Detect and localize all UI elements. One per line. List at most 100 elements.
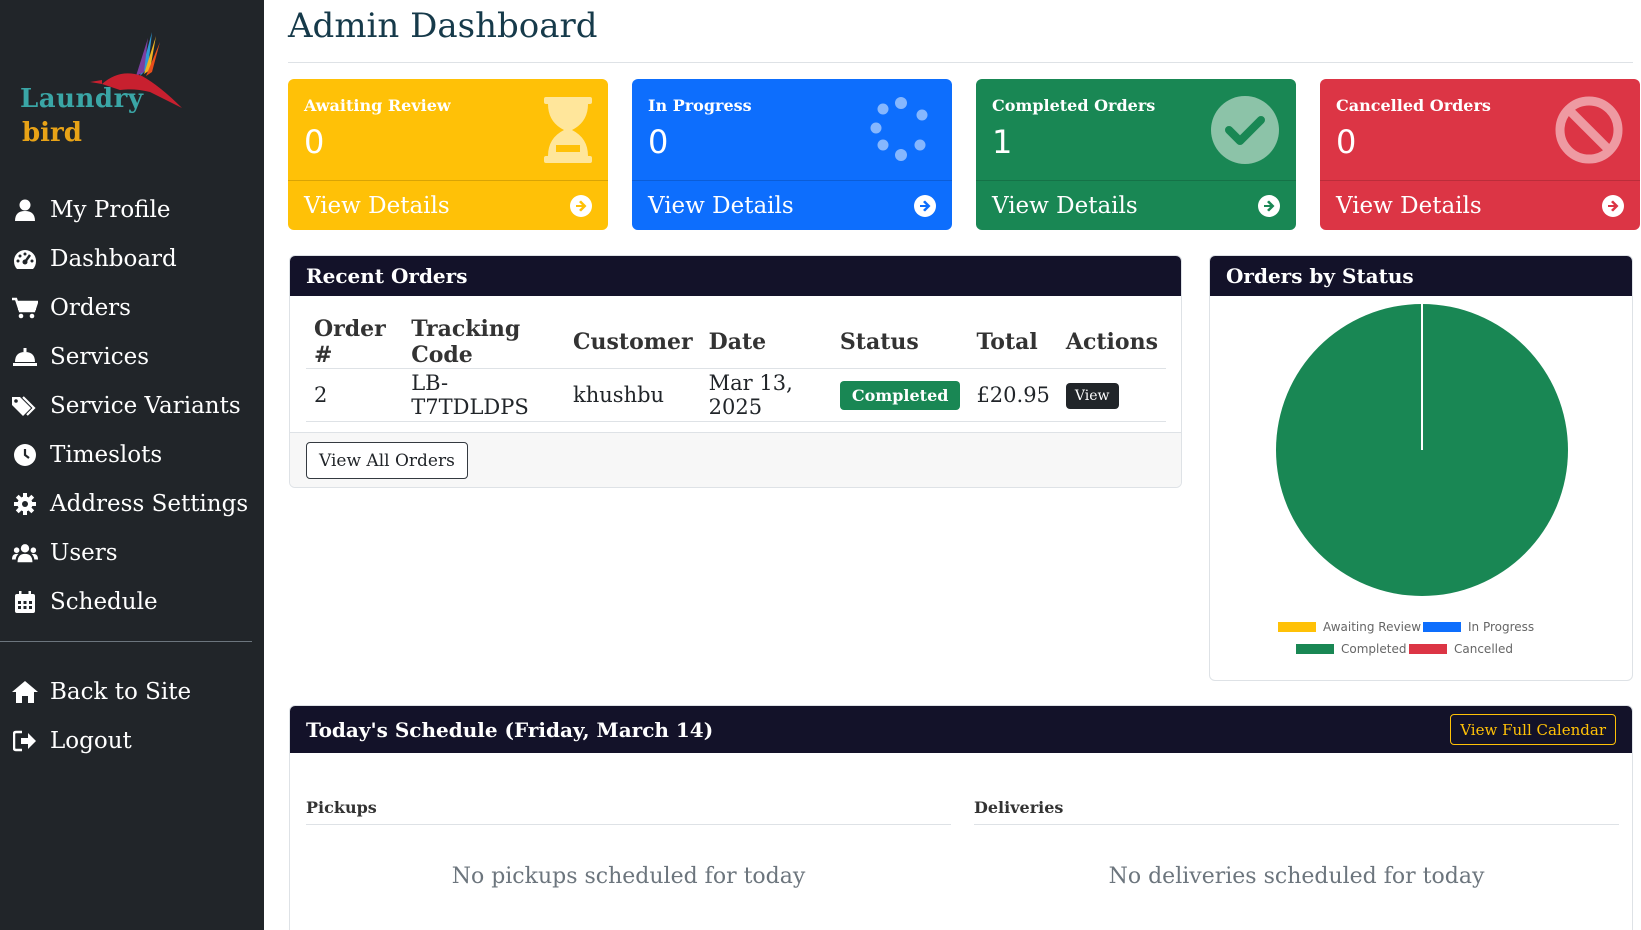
view-details-link[interactable]: View Details [976,180,1296,230]
stat-card-in-progress: In Progress 0 View Details [632,79,952,230]
sidebar-bottom-nav: Back to Site Logout [0,667,264,765]
view-details-label: View Details [1336,192,1482,219]
ban-icon [1554,95,1624,165]
legend-item-awaiting-review[interactable]: Awaiting Review [1278,620,1421,634]
pickups-title: Pickups [306,798,377,817]
stat-value: 0 [648,123,669,161]
pickups-divider [306,824,951,825]
sidebar-item-schedule[interactable]: Schedule [0,577,264,626]
sidebar-item-logout[interactable]: Logout [0,716,264,765]
recent-orders-footer: View All Orders [290,432,1181,487]
brand-logo[interactable]: Laundry bird [20,28,182,158]
clock-icon [12,442,38,468]
view-details-link[interactable]: View Details [1320,180,1640,230]
recent-orders-card: Recent Orders Order # Tracking Code Cust… [289,255,1182,488]
sidebar-item-label: Service Variants [50,392,241,419]
legend-item-completed[interactable]: Completed [1296,642,1406,656]
recent-orders-table: Order # Tracking Code Customer Date Stat… [306,316,1166,422]
page-title: Admin Dashboard [288,6,598,46]
stat-card-completed-orders: Completed Orders 1 View Details [976,79,1296,230]
sidebar: Laundry bird My Profile Dashboard Orders [0,0,264,930]
table-header-row: Order # Tracking Code Customer Date Stat… [306,316,1166,369]
column-header: Date [700,316,832,369]
orders-by-status-card: Orders by Status Awaiting Review In Prog… [1209,255,1633,681]
arrow-circle-right-icon [914,194,936,217]
check-circle-icon [1210,95,1280,165]
sidebar-item-label: Address Settings [50,490,249,517]
brand-word-laundry: Laundry [20,84,144,114]
date-cell: Mar 13, 2025 [700,368,832,422]
sidebar-item-back-to-site[interactable]: Back to Site [0,667,264,716]
cart-icon [12,295,38,321]
legend-swatch [1296,644,1334,654]
total-cell: £20.95 [968,368,1058,422]
spinner-icon [866,95,936,165]
column-header: Actions [1057,316,1166,369]
sidebar-item-label: Orders [50,294,131,321]
todays-schedule-card: Today's Schedule (Friday, March 14) View… [289,705,1633,930]
view-order-button[interactable]: View [1065,383,1119,409]
legend-label: Cancelled [1454,642,1513,656]
schedule-title: Today's Schedule (Friday, March 14) [306,717,714,742]
view-details-link[interactable]: View Details [288,180,608,230]
gear-icon [12,491,38,517]
users-icon [12,540,38,566]
brand-word-bird: bird [22,118,82,148]
view-details-label: View Details [648,192,794,219]
hourglass-icon [522,95,592,165]
arrow-circle-right-icon [1602,194,1624,217]
schedule-header: Today's Schedule (Friday, March 14) [290,706,1632,753]
sidebar-item-label: My Profile [50,196,171,223]
calendar-icon [12,589,38,615]
legend-swatch [1423,622,1461,632]
order-number-cell: 2 [306,368,404,422]
stat-label: Completed Orders [992,96,1156,115]
logout-icon [12,728,38,754]
column-header: Status [831,316,969,369]
view-full-calendar-button[interactable]: View Full Calendar [1450,714,1616,745]
sidebar-item-address-settings[interactable]: Address Settings [0,479,264,528]
stat-value: 0 [304,123,325,161]
sidebar-item-label: Users [50,539,118,566]
tachometer-icon [12,246,38,272]
recent-orders-title: Recent Orders [290,256,1181,296]
sidebar-item-users[interactable]: Users [0,528,264,577]
home-icon [12,679,38,705]
stat-card-cancelled-orders: Cancelled Orders 0 View Details [1320,79,1640,230]
sidebar-nav: My Profile Dashboard Orders Services Ser… [0,185,264,626]
view-details-label: View Details [992,192,1138,219]
legend-label: Completed [1341,642,1407,656]
stat-card-awaiting-review: Awaiting Review 0 View Details [288,79,608,230]
sidebar-item-label: Dashboard [50,245,177,272]
actions-cell: View [1057,368,1166,422]
sidebar-item-label: Logout [50,727,132,754]
legend-label: Awaiting Review [1323,620,1422,634]
sidebar-item-label: Schedule [50,588,158,615]
user-icon [12,197,38,223]
stat-value: 0 [1336,123,1357,161]
sidebar-item-dashboard[interactable]: Dashboard [0,234,264,283]
view-details-label: View Details [304,192,450,219]
sidebar-item-label: Timeslots [50,441,163,468]
sidebar-item-label: Services [50,343,150,370]
pickups-empty-message: No pickups scheduled for today [451,864,806,889]
sidebar-item-service-variants[interactable]: Service Variants [0,381,264,430]
sidebar-item-timeslots[interactable]: Timeslots [0,430,264,479]
orders-status-pie-chart [1276,304,1568,596]
tags-icon [12,393,38,419]
view-all-orders-button[interactable]: View All Orders [306,442,468,479]
sidebar-item-services[interactable]: Services [0,332,264,381]
sidebar-item-label: Back to Site [50,678,192,705]
legend-item-in-progress[interactable]: In Progress [1423,620,1534,634]
bell-icon [12,344,38,370]
deliveries-title: Deliveries [974,798,1064,817]
stat-value: 1 [992,123,1013,161]
legend-item-cancelled[interactable]: Cancelled [1409,642,1513,656]
column-header: Order # [306,316,404,369]
view-details-link[interactable]: View Details [632,180,952,230]
sidebar-item-orders[interactable]: Orders [0,283,264,332]
status-cell: Completed [831,368,969,422]
stat-label: Cancelled Orders [1336,96,1491,115]
tracking-code-cell: LB-T7TDLDPS [403,368,566,422]
sidebar-item-my-profile[interactable]: My Profile [0,185,264,234]
